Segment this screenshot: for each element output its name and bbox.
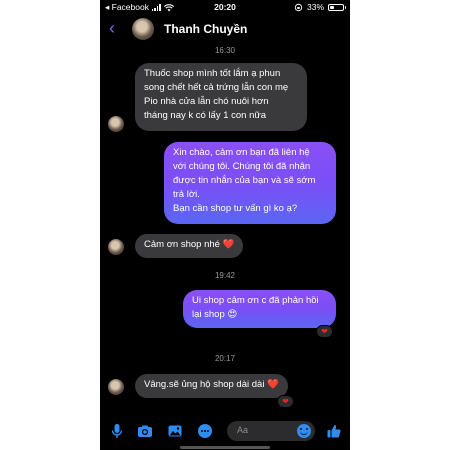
messenger-screen: ◂ Facebook 20:20 33% ‹ Thanh Chuyền 16:3… (100, 0, 350, 450)
message-line: Thuốc shop mình tốt lắm ạ phun (144, 68, 281, 79)
microphone-icon[interactable] (109, 423, 125, 439)
message-line: Xin chào, cảm ơn bạn đã liên hệ (173, 147, 310, 158)
rotation-lock-icon (294, 3, 303, 11)
message-line: tháng nay k có lấy 1 con nữa (144, 110, 267, 121)
message-input[interactable]: Aa (227, 421, 315, 441)
contact-avatar[interactable] (132, 18, 154, 40)
message-input-placeholder: Aa (237, 425, 249, 435)
message-bubble-incoming[interactable]: Thuốc shop mình tốt lắm ạ phun song chết… (135, 63, 307, 131)
message-bubble-outgoing[interactable]: Xin chào, cảm ơn bạn đã liên hệ với chún… (164, 142, 336, 224)
timestamp: 19:42 (214, 271, 236, 280)
message-line: Ui shop cảm ơn c đã phản hồi (192, 295, 319, 306)
battery-icon (328, 3, 346, 11)
message-line: với chúng tôi. Chúng tôi đã nhận (173, 161, 311, 172)
message-line: Vâng.sẽ ủng hộ shop dài dài ❤️ (144, 379, 279, 390)
conversation-header: ‹ Thanh Chuyền (100, 14, 350, 44)
message-bubble-incoming[interactable]: Cảm ơn shop nhé ❤️ (135, 234, 244, 258)
message-line: được tin nhắn của bạn và sẽ sớm (173, 175, 316, 186)
timestamp: 20:17 (214, 354, 236, 363)
message-line: Cảm ơn shop nhé ❤️ (144, 239, 235, 250)
message-line: trả lời. (173, 189, 200, 200)
heart-reaction[interactable]: ❤ (277, 395, 294, 408)
battery-percent: 33% (306, 2, 324, 12)
like-thumb-icon[interactable] (326, 423, 342, 439)
sender-avatar[interactable] (108, 379, 124, 395)
image-icon[interactable] (167, 423, 183, 439)
status-bar: ◂ Facebook 20:20 33% (100, 0, 350, 14)
contact-name[interactable]: Thanh Chuyền (164, 22, 247, 36)
sender-avatar[interactable] (108, 239, 124, 255)
chevron-left-icon[interactable]: ‹ (109, 18, 115, 38)
messenger-icon[interactable] (197, 423, 213, 439)
message-bubble-outgoing[interactable]: Ui shop cảm ơn c đã phản hồi lại shop 😍 (183, 290, 336, 328)
message-bubble-incoming[interactable]: Vâng.sẽ ủng hộ shop dài dài ❤️ (135, 374, 288, 398)
sender-avatar[interactable] (108, 116, 124, 132)
home-indicator (180, 446, 270, 449)
composer-bar: Aa (100, 418, 350, 444)
message-line: song chết hết cả trứng lẫn con mẹ (144, 82, 289, 93)
message-line: lại shop 😍 (192, 309, 238, 320)
emoji-icon[interactable] (297, 424, 311, 438)
message-line: Pio nhà cửa lẫn chó nuôi hơn (144, 96, 269, 107)
camera-icon[interactable] (137, 423, 153, 439)
message-line: Bạn cần shop tư vấn gì ko ạ? (173, 203, 298, 214)
timestamp: 16:30 (214, 46, 236, 55)
battery-fill (330, 5, 334, 9)
heart-reaction[interactable]: ❤ (316, 325, 333, 338)
